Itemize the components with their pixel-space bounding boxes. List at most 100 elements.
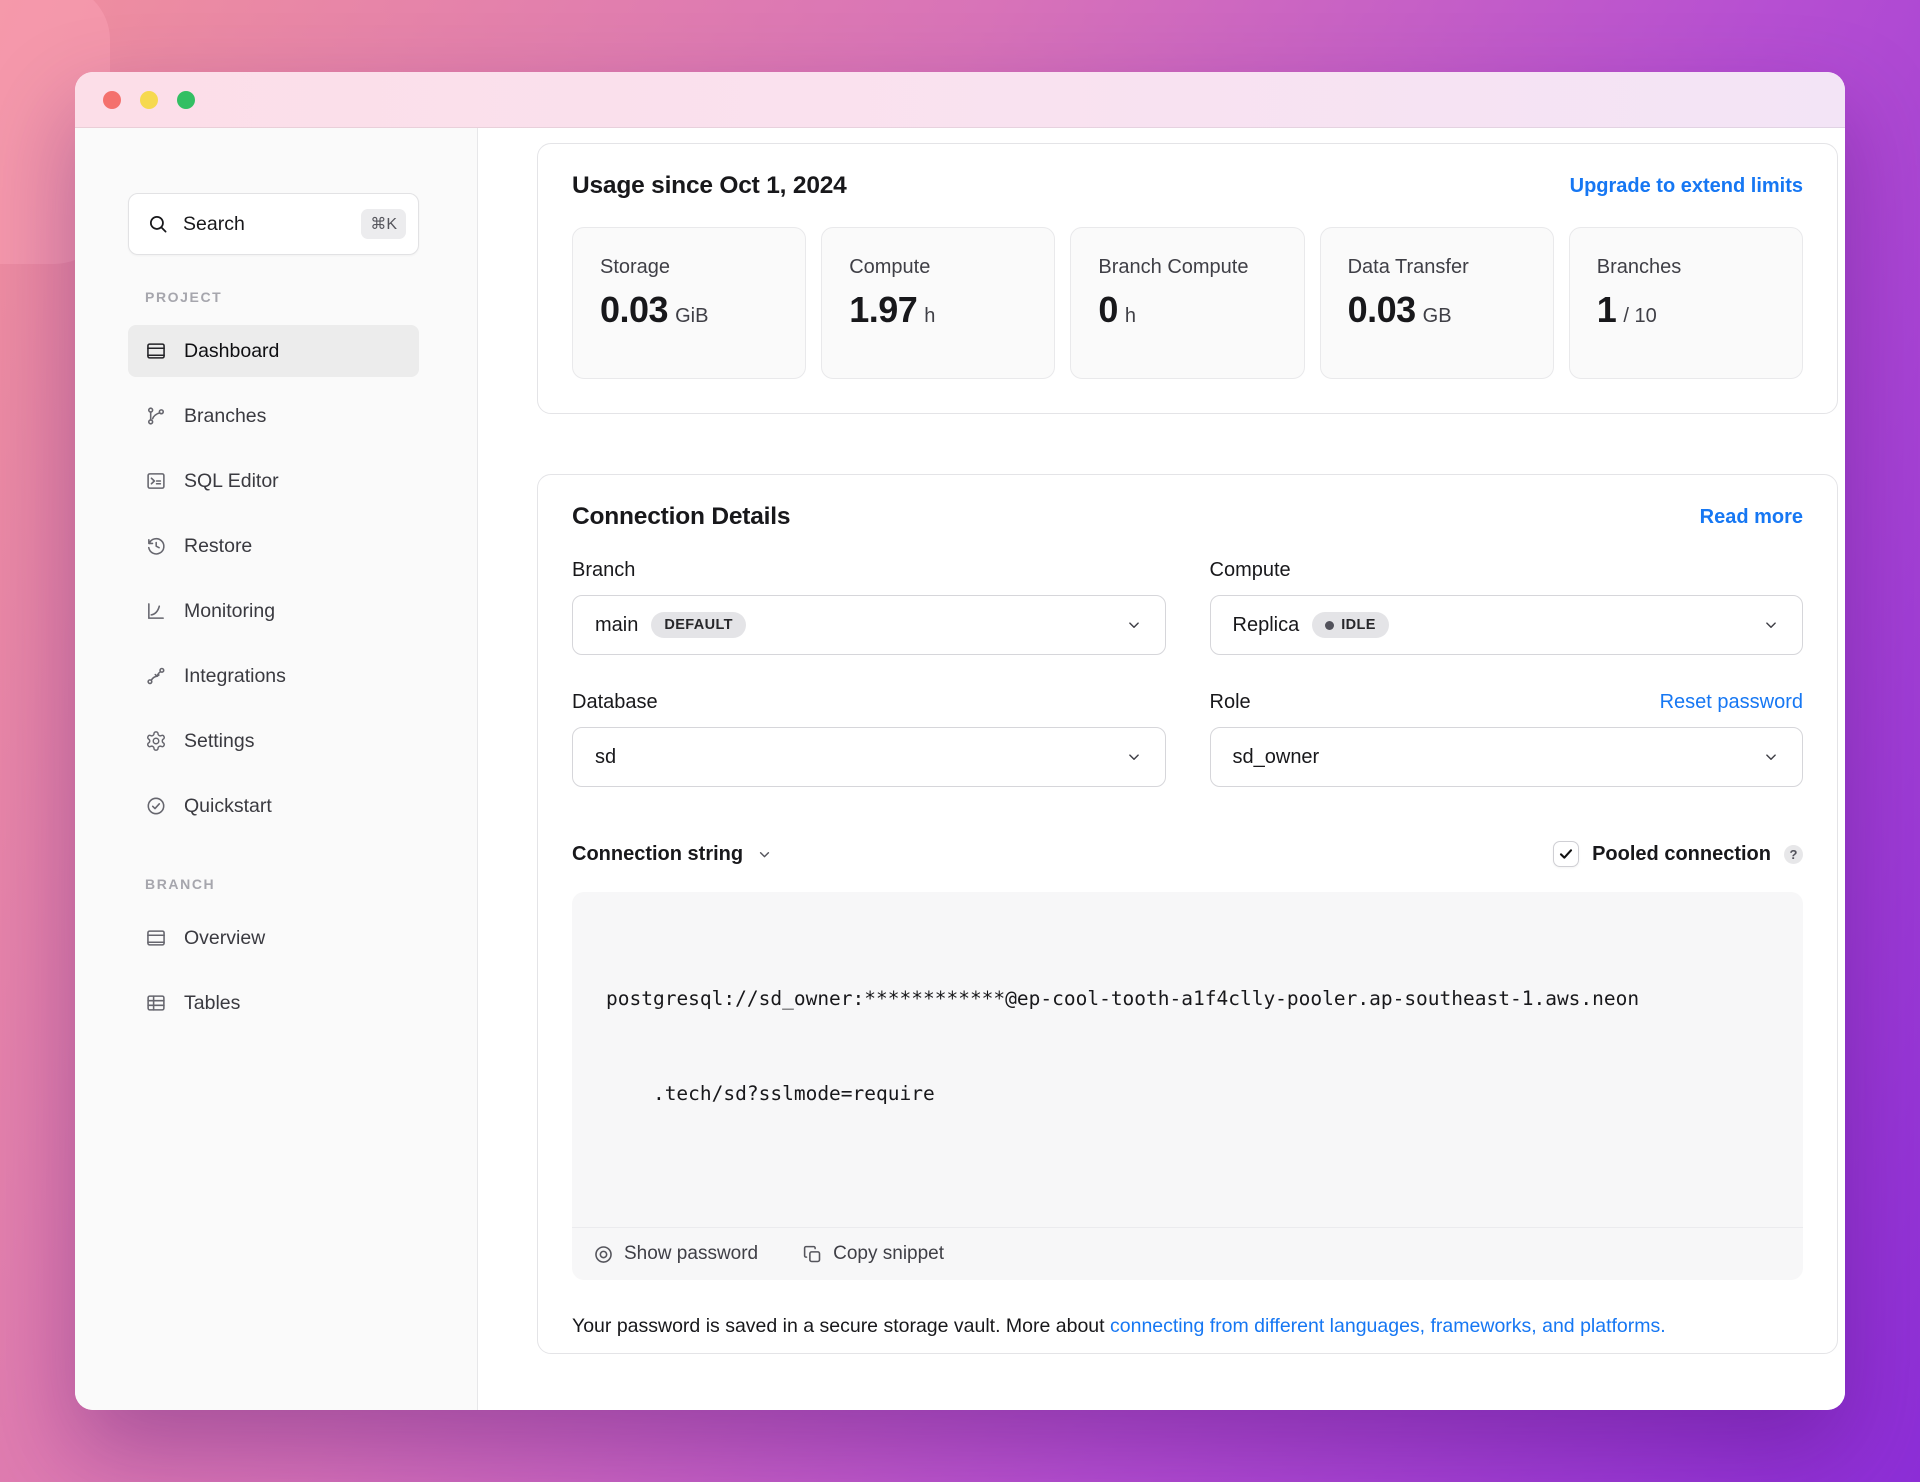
card-value: 1: [1596, 289, 1617, 331]
help-icon[interactable]: ?: [1784, 844, 1803, 864]
compute-select[interactable]: Replica IDLE: [1209, 595, 1803, 655]
chevron-down-icon: [1125, 748, 1143, 766]
database-field-label: Database: [572, 691, 658, 713]
eye-icon: [593, 1244, 614, 1265]
connection-details-panel: Connection Details Read more Branch main…: [537, 474, 1838, 1355]
zoom-window-button[interactable]: [177, 90, 195, 109]
connection-string-box: postgresql://sd_owner:************@ep-co…: [572, 892, 1803, 1280]
password-note-text: Your password is saved in a secure stora…: [572, 1315, 1105, 1337]
integrations-icon: [145, 665, 167, 687]
gear-icon: [145, 730, 167, 752]
branch-field: Branch main DEFAULT: [572, 559, 1166, 655]
role-select[interactable]: sd_owner: [1209, 727, 1803, 787]
compute-field: Compute Replica IDLE: [1209, 559, 1803, 655]
usage-card-storage: Storage 0.03 GiB: [572, 227, 807, 379]
sidebar-item-label: Tables: [184, 991, 241, 1014]
compute-select-value: Replica: [1232, 613, 1300, 636]
close-window-button[interactable]: [103, 90, 121, 109]
chevron-down-icon: [1125, 616, 1143, 634]
default-badge: DEFAULT: [651, 612, 746, 638]
usage-title: Usage since Oct 1, 2024: [572, 172, 847, 199]
sidebar-item-label: Settings: [184, 729, 255, 752]
sidebar-item-restore[interactable]: Restore: [128, 520, 419, 572]
sidebar-item-label: Integrations: [184, 664, 286, 687]
card-label: Storage: [600, 256, 671, 278]
connection-string-line-2: .tech/sd?sslmode=require: [652, 1081, 935, 1105]
sidebar-item-label: Restore: [184, 534, 253, 557]
card-value: 0.03: [1347, 289, 1417, 331]
connection-string-label: Connection string: [572, 842, 744, 865]
card-unit: GiB: [675, 305, 709, 328]
sidebar-item-sql-editor[interactable]: SQL Editor: [128, 455, 419, 507]
show-password-button[interactable]: Show password: [593, 1243, 758, 1265]
sidebar-item-label: Quickstart: [184, 794, 272, 817]
chart-icon: [145, 600, 167, 622]
connection-string-value[interactable]: postgresql://sd_owner:************@ep-co…: [572, 892, 1803, 1173]
usage-card-compute: Compute 1.97 h: [821, 227, 1056, 379]
sidebar-section-branch: BRANCH: [145, 876, 216, 892]
search-icon: [147, 213, 169, 235]
sidebar-item-quickstart[interactable]: Quickstart: [128, 780, 419, 832]
search-input[interactable]: Search ⌘K: [128, 193, 419, 255]
card-value: 1.97: [849, 289, 918, 331]
card-value: 0.03: [600, 289, 669, 331]
sidebar-item-label: Branches: [184, 404, 267, 427]
sidebar-item-overview[interactable]: Overview: [128, 912, 419, 964]
database-select-value: sd: [595, 745, 617, 768]
sidebar-item-label: Dashboard: [184, 339, 280, 362]
dashboard-icon: [145, 340, 167, 362]
history-clock-icon: [145, 535, 167, 557]
connection-string-selector[interactable]: Connection string: [572, 843, 773, 866]
idle-dot-icon: [1325, 620, 1335, 630]
connection-details-title: Connection Details: [572, 503, 791, 530]
branch-select[interactable]: main DEFAULT: [572, 595, 1166, 655]
pooled-connection-checkbox[interactable]: [1553, 841, 1580, 867]
connection-string-line-1: postgresql://sd_owner:************@ep-co…: [606, 987, 1640, 1011]
sidebar-item-settings[interactable]: Settings: [128, 715, 419, 767]
sidebar-item-label: Monitoring: [184, 599, 276, 622]
sidebar-item-monitoring[interactable]: Monitoring: [128, 585, 419, 637]
upgrade-link[interactable]: Upgrade to extend limits: [1570, 175, 1803, 198]
overview-icon: [145, 927, 167, 949]
copy-snippet-button[interactable]: Copy snippet: [802, 1243, 944, 1265]
connecting-docs-link[interactable]: connecting from different languages, fra…: [1110, 1315, 1666, 1337]
role-select-value: sd_owner: [1232, 745, 1320, 768]
sidebar-section-project: PROJECT: [145, 289, 223, 305]
branch-field-label: Branch: [572, 559, 636, 581]
sidebar-item-branches[interactable]: Branches: [128, 390, 419, 442]
read-more-link[interactable]: Read more: [1700, 506, 1803, 529]
sidebar-item-tables[interactable]: Tables: [128, 977, 419, 1029]
main-content: Usage since Oct 1, 2024 Upgrade to exten…: [478, 128, 1845, 1410]
password-note: Your password is saved in a secure stora…: [572, 1309, 1803, 1343]
search-placeholder: Search: [183, 212, 245, 235]
usage-card-branches: Branches 1 / 10: [1568, 227, 1803, 379]
table-icon: [145, 992, 167, 1014]
database-select[interactable]: sd: [572, 727, 1166, 787]
database-field: Database sd: [572, 691, 1166, 787]
card-label: Data Transfer: [1347, 256, 1469, 278]
search-shortcut-badge: ⌘K: [361, 209, 406, 239]
idle-status-badge: IDLE: [1312, 612, 1389, 638]
chevron-down-icon: [756, 846, 773, 863]
role-field: Role Reset password sd_owner: [1209, 691, 1803, 787]
chevron-down-icon: [1762, 616, 1780, 634]
app-window: Search ⌘K PROJECT Dashboard Branches SQL…: [75, 72, 1845, 1410]
card-unit: h: [1124, 305, 1137, 328]
sidebar-item-dashboard[interactable]: Dashboard: [128, 325, 419, 377]
card-unit: h: [924, 305, 936, 328]
pooled-connection-label: Pooled connection: [1592, 842, 1771, 865]
git-branch-icon: [145, 405, 167, 427]
sidebar-item-integrations[interactable]: Integrations: [128, 650, 419, 702]
reset-password-link[interactable]: Reset password: [1660, 691, 1803, 714]
card-label: Branch Compute: [1098, 256, 1249, 278]
usage-panel: Usage since Oct 1, 2024 Upgrade to exten…: [537, 143, 1838, 414]
sidebar-item-label: SQL Editor: [184, 469, 279, 492]
usage-card-branch-compute: Branch Compute 0 h: [1070, 227, 1305, 379]
card-value: 0: [1098, 289, 1118, 331]
window-titlebar: [75, 72, 1845, 128]
chevron-down-icon: [1762, 748, 1780, 766]
compute-field-label: Compute: [1209, 559, 1291, 581]
copy-icon: [802, 1244, 823, 1265]
branch-select-value: main: [595, 613, 639, 636]
minimize-window-button[interactable]: [140, 90, 158, 109]
